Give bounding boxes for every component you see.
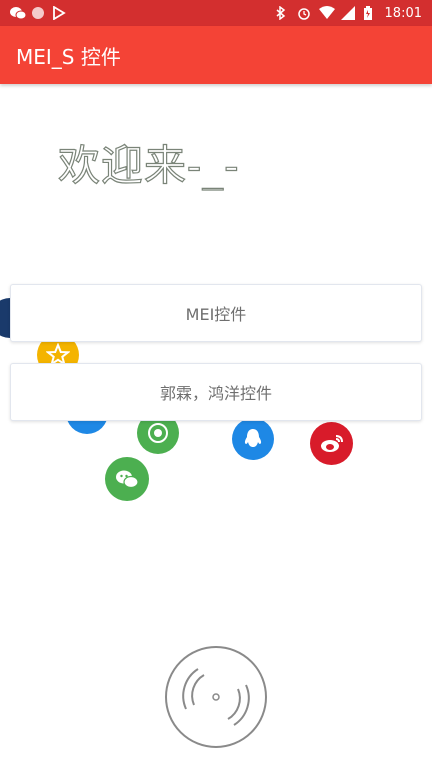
guo-hongyang-controls-button[interactable]: 郭霖，鸿洋控件 (10, 363, 422, 421)
status-bar-notifications (10, 5, 66, 21)
signal-icon (340, 6, 355, 20)
weibo-icon[interactable] (310, 422, 353, 465)
status-bar: 18:01 (0, 0, 432, 26)
battery-icon (363, 6, 377, 20)
vinyl-disc-icon[interactable] (164, 645, 268, 749)
welcome-text: 欢迎来-_- (57, 140, 240, 190)
guo-hongyang-controls-label: 郭霖，鸿洋控件 (159, 384, 272, 403)
dot-icon (32, 7, 44, 19)
wifi-icon (318, 6, 335, 20)
mei-controls-label: MEI控件 (185, 305, 247, 324)
bluetooth-icon (275, 5, 289, 21)
status-time: 18:01 (384, 5, 422, 21)
app-bar: MEI_S 控件 (0, 26, 432, 84)
app-title: MEI_S 控件 (16, 44, 121, 69)
qq-icon[interactable] (232, 418, 274, 460)
wechat-icon (10, 6, 27, 20)
status-bar-system: 18:01 (275, 5, 422, 21)
alarm-icon (297, 6, 311, 20)
play-store-icon (52, 5, 66, 21)
wechat-icon[interactable] (105, 457, 149, 501)
mei-controls-button[interactable]: MEI控件 (10, 284, 422, 342)
